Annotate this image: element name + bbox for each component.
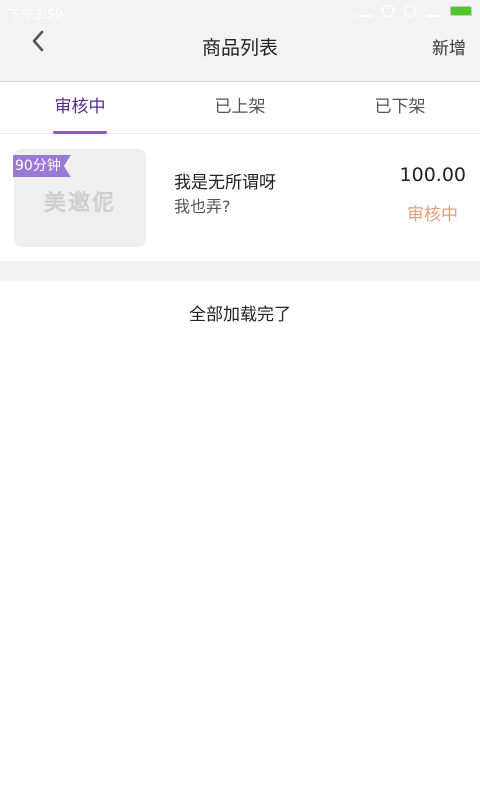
- product-list-item[interactable]: 美邀伲: [0, 135, 480, 261]
- battery-icon: [450, 6, 472, 16]
- tab-pending-review[interactable]: 审核中: [0, 82, 160, 134]
- tab-on-shelf[interactable]: 已上架: [160, 82, 320, 133]
- page-title: 商品列表: [201, 37, 278, 59]
- product-name: 我是无所谓呀: [174, 173, 276, 193]
- product-subtitle: 我也弄?: [174, 197, 231, 216]
- product-status-badge: 审核中: [407, 205, 458, 225]
- status-icons: [358, 5, 472, 17]
- alarm-icon: [382, 5, 394, 17]
- list-end-message: 全部加载完了: [189, 305, 291, 325]
- app-screen: 下午3:59 商品列表 新增 审核中 已上架 已下架 美邀伲 90分钟 我是无所…: [0, 0, 480, 800]
- signal-icon: [358, 5, 372, 17]
- product-price: 100.00: [399, 164, 466, 186]
- status-bar: 下午3:59: [0, 0, 480, 26]
- wifi-icon: [426, 5, 440, 17]
- tab-off-shelf[interactable]: 已下架: [320, 82, 480, 133]
- status-tabs: 审核中 已上架 已下架: [0, 82, 480, 134]
- thumbnail-placeholder-text: 美邀伲: [43, 191, 116, 216]
- add-product-button[interactable]: 新增: [432, 26, 466, 72]
- duration-badge: 90分钟: [13, 155, 71, 177]
- status-time: 下午3:59: [8, 8, 64, 23]
- notification-icon: [404, 5, 416, 17]
- list-divider: [0, 261, 480, 281]
- top-bar: 商品列表 新增: [0, 26, 480, 82]
